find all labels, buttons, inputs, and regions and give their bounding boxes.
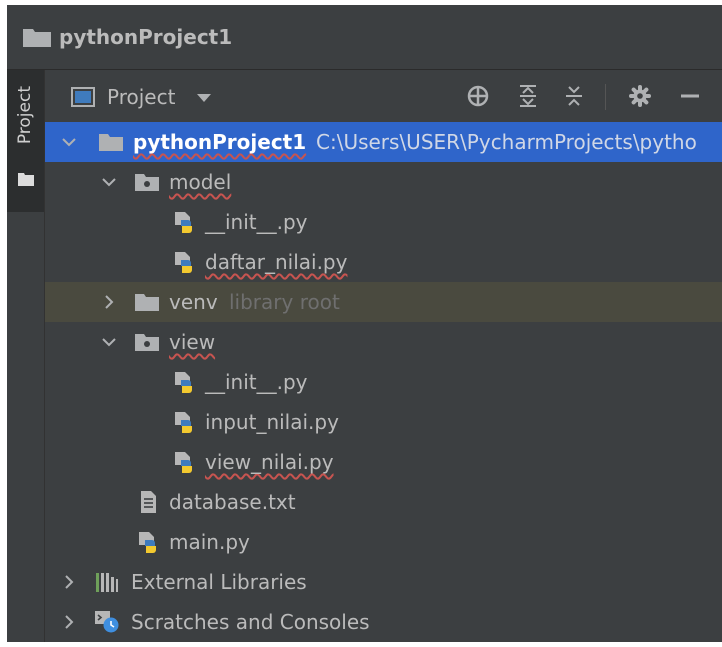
tree-row-daftar-nilai[interactable]: daftar_nilai.py [45, 242, 722, 282]
collapse-all-button[interactable] [561, 83, 587, 109]
project-tool-tab[interactable]: Project [7, 70, 44, 212]
project-tool-tab-label: Project [15, 86, 35, 145]
text-file-icon [141, 491, 156, 513]
tree-item-label: model [169, 170, 232, 194]
project-path: C:\Users\USER\PycharmProjects\pytho [316, 130, 697, 154]
libraries-icon [96, 573, 118, 592]
window-title: pythonProject1 [59, 25, 233, 49]
python-file-icon [175, 452, 192, 473]
tree-item-label: Scratches and Consoles [131, 610, 370, 634]
collapse-all-icon [566, 86, 582, 106]
library-root-hint: library root [229, 290, 340, 314]
toolbar-separator [605, 84, 606, 110]
tool-window-stripe: Project [7, 70, 45, 642]
tree-item-label: venv [169, 290, 218, 314]
chevron-right-icon[interactable] [101, 294, 117, 310]
expand-all-icon [520, 85, 536, 107]
python-file-icon [175, 252, 192, 273]
tree-item-label: __init__.py [205, 210, 308, 234]
tree-item-label: view_nilai.py [205, 450, 334, 474]
folder-icon [18, 173, 34, 186]
tree-row-model[interactable]: model [45, 162, 722, 202]
python-file-icon [175, 372, 192, 393]
project-folder-icon [23, 29, 51, 47]
project-panel-header: Project [45, 70, 722, 123]
title-bar: pythonProject1 [7, 5, 722, 70]
tree-item-label: daftar_nilai.py [205, 250, 348, 274]
minimize-icon [681, 94, 699, 98]
python-file-icon [175, 412, 192, 433]
tree-item-label: database.txt [169, 490, 296, 514]
python-file-icon [139, 532, 156, 553]
folder-icon [135, 294, 159, 311]
project-view-label: Project [107, 85, 176, 109]
chevron-down-icon[interactable] [101, 334, 117, 350]
tree-row-view[interactable]: view [45, 322, 722, 362]
project-view-dropdown[interactable]: Project [71, 83, 212, 111]
tree-item-label: view [169, 330, 216, 354]
tree-item-label: pythonProject1 [133, 130, 307, 154]
tree-row-model-init[interactable]: __init__.py [45, 202, 722, 242]
package-icon [135, 334, 159, 351]
expand-all-button[interactable] [515, 83, 541, 109]
tree-item-label: External Libraries [131, 570, 307, 594]
ide-window: pythonProject1 Project Project pythonPro… [7, 5, 722, 642]
tree-item-label: input_nilai.py [205, 410, 339, 434]
project-tree: pythonProject1 C:\Users\USER\PycharmProj… [45, 122, 722, 642]
scratches-icon [95, 611, 119, 633]
tree-row-view-init[interactable]: __init__.py [45, 362, 722, 402]
chevron-right-icon[interactable] [61, 574, 77, 590]
tree-row-main-py[interactable]: main.py [45, 522, 722, 562]
python-file-icon [175, 212, 192, 233]
tree-row-input-nilai[interactable]: input_nilai.py [45, 402, 722, 442]
tree-row-venv[interactable]: venv library root [45, 282, 722, 322]
chevron-right-icon[interactable] [61, 614, 77, 630]
tree-row-external-libraries[interactable]: External Libraries [45, 562, 722, 602]
locate-file-button[interactable] [465, 83, 491, 109]
tree-item-label: __init__.py [205, 370, 308, 394]
hide-panel-button[interactable] [677, 83, 703, 109]
tree-row-scratches[interactable]: Scratches and Consoles [45, 602, 722, 642]
package-icon [135, 174, 159, 191]
tree-row-database-txt[interactable]: database.txt [45, 482, 722, 522]
chevron-down-icon[interactable] [101, 174, 117, 190]
chevron-down-icon[interactable] [61, 134, 77, 150]
tree-row-project-root[interactable]: pythonProject1 C:\Users\USER\PycharmProj… [45, 122, 722, 162]
chevron-down-icon [197, 94, 212, 102]
tree-item-label: main.py [169, 530, 250, 554]
gear-icon [629, 85, 651, 107]
settings-button[interactable] [627, 83, 653, 109]
project-view-icon [71, 87, 95, 107]
folder-icon [99, 134, 123, 151]
locate-icon [467, 85, 489, 107]
tree-row-view-nilai[interactable]: view_nilai.py [45, 442, 722, 482]
